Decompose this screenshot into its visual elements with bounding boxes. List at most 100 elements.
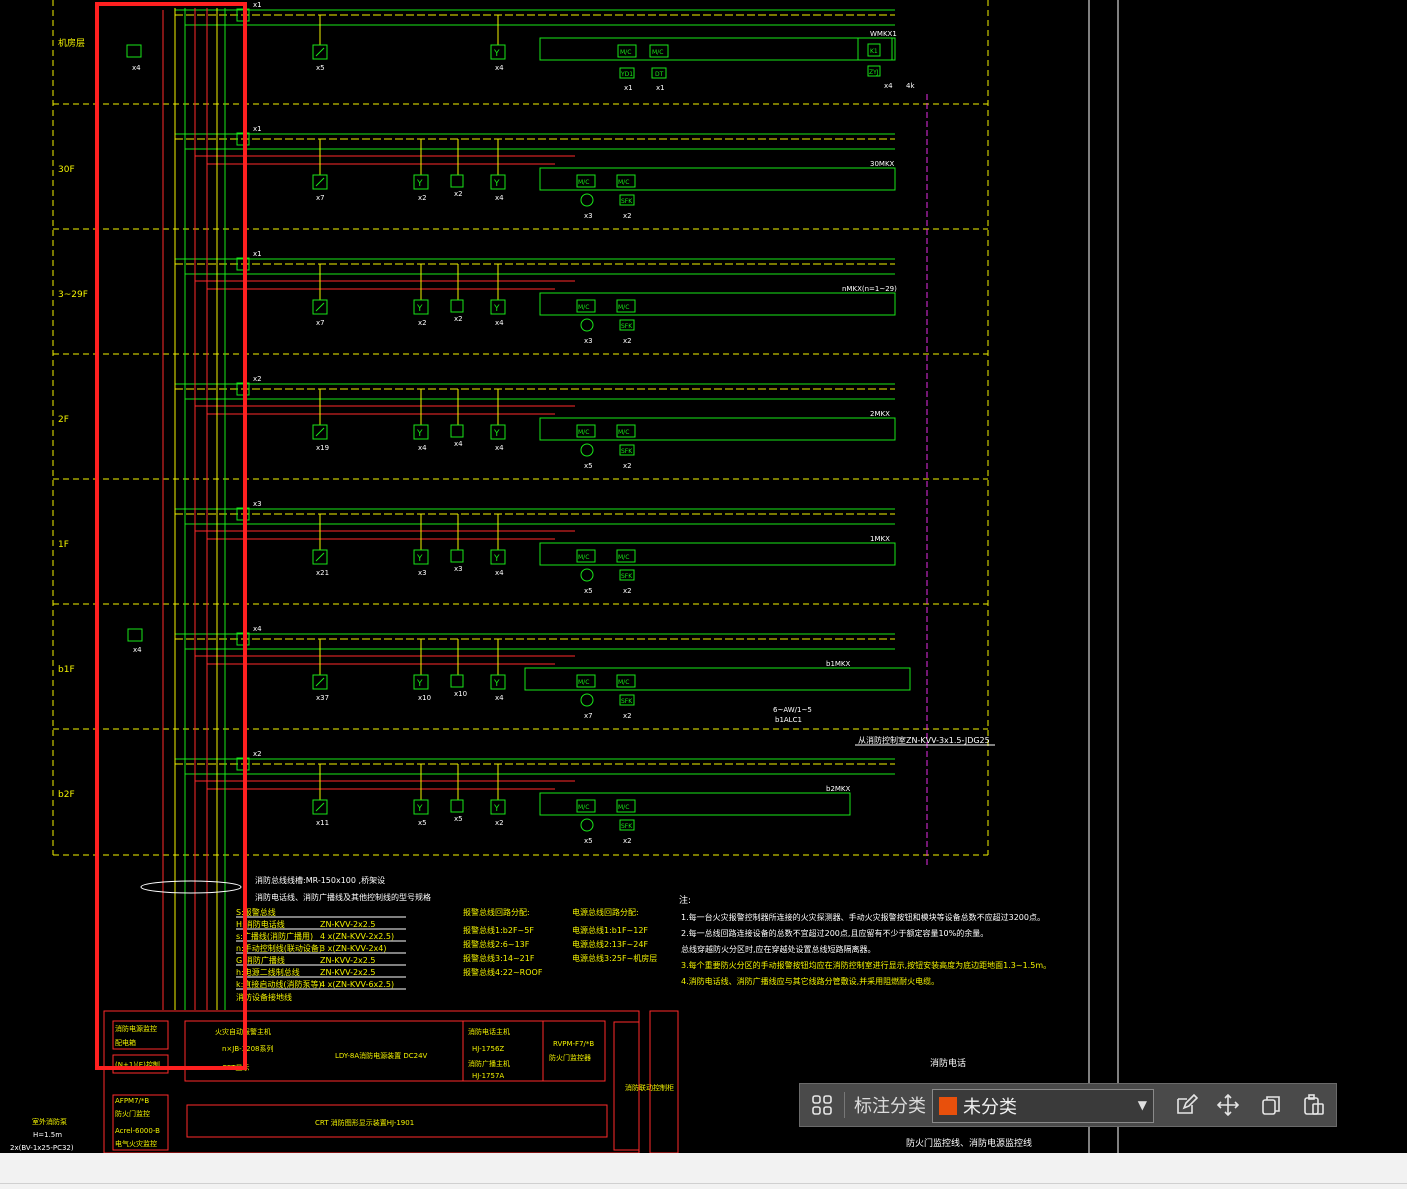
right-row: 电源总线2:13F~24F [572,939,648,949]
floor-label: 3~29F [58,290,88,300]
symbol-stroke [315,47,325,57]
symbol-stroke [315,552,325,562]
grid-icon[interactable] [808,1084,836,1126]
mid-title: 报警总线回路分配: [463,907,530,917]
panel-text: 室外消防泵 [32,1117,67,1126]
count-label: x3 [253,500,262,508]
category-value: 未分类 [963,1097,1017,1118]
count-label: x21 [316,569,329,577]
legend-row-spec: ZN-KVV-2x2.5 [320,920,376,929]
symbol-glyph: Y [416,554,423,564]
b1-note2: b1ALC1 [775,716,802,724]
panel-text: 电气火灾监控 [115,1139,157,1148]
legend-row-spec: ZN-KVV-2x2.5 [320,956,376,965]
module-label: M/C [578,804,589,811]
count-label: x2 [454,190,463,198]
module-label: M/C [618,554,629,561]
count-label: x19 [316,444,329,452]
module-label: M/C [618,679,629,686]
panel-text: CRT 消防图形显示装置HJ-1901 [315,1118,414,1127]
symbol-glyph: Y [493,179,500,189]
floor-label: 30F [58,165,75,175]
count-label: 4k [906,82,915,90]
count-label: x2 [418,194,427,202]
count-label: x4 [418,444,427,452]
count-label: x2 [253,750,262,758]
symbol-stroke [315,677,325,687]
count-label: x10 [454,690,467,698]
move-icon[interactable] [1213,1084,1243,1126]
notes-title: 注: [679,894,691,906]
paste-icon[interactable] [1299,1084,1329,1126]
symbol-glyph: Y [416,679,423,689]
bell-icon [450,674,464,688]
count-label: x4 [495,194,504,202]
module-label: M/C [578,179,589,186]
panel-text: 2x(BV-1x25-PC32) [10,1144,74,1152]
panel-text: LDY-8A消防电源装置 DC24V [335,1051,428,1060]
speaker-icon [580,693,594,707]
cad-diagram[interactable]: 机房层 x1 x5 Yx4 WMKX1 M/C M/C YD1 DT x1 x1 K1 ZYJ x4 4k x… [0,0,1407,1189]
module-label: M/C [620,49,631,56]
count-label: x4 [454,440,463,448]
panel-text: AFPM7/*B [115,1097,149,1105]
count-label: x1 [253,125,262,133]
floor-row-0: 机房层 x1 x5 Yx4 WMKX1 M/C M/C YD1 DT x1 x1 K1 ZYJ x4 4k x… [58,1,915,92]
bell-icon [450,799,464,813]
module-box-label: b1MKX [826,660,851,668]
right-row: 电源总线3:25F~机房层 [572,953,657,963]
count-label: x1 [253,250,262,258]
edit-icon[interactable] [1171,1084,1201,1126]
legend-row-spec: 4 x(ZN-KVV-2x2.5) [320,932,394,941]
count-label: x2 [495,819,504,827]
mid-row: 报警总线3:14~21F [463,953,535,963]
module-box-label: 30MKX [870,160,895,168]
panel-text: 配电箱 [115,1038,136,1047]
panel-text: HJ-1757A [472,1072,504,1080]
floor-label: b1F [58,665,75,675]
count-label: x7 [316,319,325,327]
floor-row-3: 2F x2 x19 Yx4 x4 Yx4 2MKX M/C M/C x5 SFK x2 [53,353,988,470]
panel-text: n×JB-3208系列 [222,1044,274,1053]
right-title: 电源总线回路分配: [572,907,639,917]
mid-row: 报警总线2:6~13F [463,939,530,949]
sfk-label: SFK [621,198,633,205]
count-label: x1 [656,84,665,92]
count-label: x5 [584,837,593,845]
floor-row-1: 30F x1 x7 Yx2 x2 Yx4 30MKX M/C M/C x3 SFK x2 [53,103,988,220]
speaker-icon [580,818,594,832]
bell-icon [450,299,464,313]
panel-text: HJ-1756Z [472,1045,504,1053]
module-label: M/C [578,554,589,561]
note-line: 2.每一总线回路连接设备的总数不宜超过200点,且应留有不少于额定容量10%的余… [681,928,988,938]
count-label: x37 [316,694,329,702]
zyj-label: ZYJ [869,69,879,76]
panel-text: Acrel-6000-B [115,1127,160,1135]
symbol-glyph: Y [493,804,500,814]
trunk-bundle-ellipse [140,880,242,894]
bell-icon [450,424,464,438]
panel-outer [103,1010,640,1154]
legend-row-name: n:手动控制线(联动设备) [236,943,322,953]
sfk-label: SFK [621,698,633,705]
drawing-frame [52,0,1119,1153]
count-label: x2 [623,837,632,845]
count-label: x4 [495,444,504,452]
status-strip [0,1153,1407,1189]
count-label: x4 [495,64,504,72]
symbol-glyph: Y [493,554,500,564]
bell-icon [450,174,464,188]
count-label: x2 [623,587,632,595]
count-label: x5 [584,587,593,595]
chevron-down-icon: ▼ [1137,1098,1147,1112]
note-line: 3.每个重要防火分区的手动报警按钮均应在消防控制室进行显示,按钮安装高度为底边距… [681,960,1051,970]
count-label: x4 [495,319,504,327]
module-box [539,37,896,61]
panel-text: RVPM-F7/*B [553,1040,594,1048]
annotation-toolbar: 标注分类 未分类 ▼ [799,1083,1337,1127]
count-label: x1 [253,1,262,9]
count-label: x7 [584,712,593,720]
category-select[interactable]: 未分类 ▼ [932,1089,1154,1123]
copy-icon[interactable] [1256,1084,1286,1126]
speaker-icon [580,318,594,332]
